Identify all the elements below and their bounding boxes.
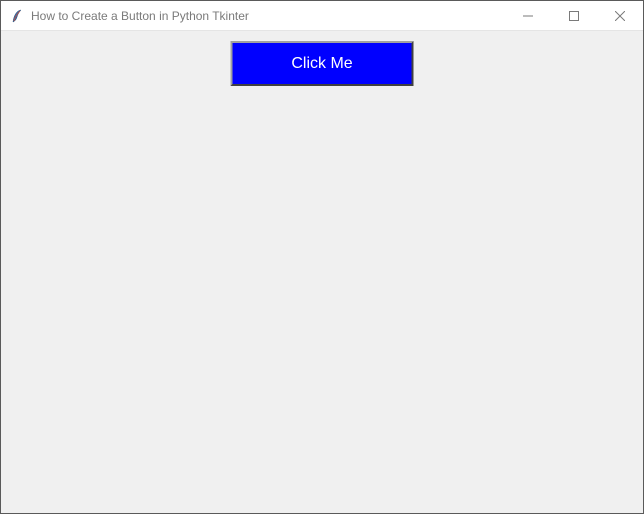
client-area: Click Me xyxy=(1,31,643,513)
click-me-button-label: Click Me xyxy=(291,55,352,73)
maximize-button[interactable] xyxy=(551,1,597,30)
close-button[interactable] xyxy=(597,1,643,30)
minimize-button[interactable] xyxy=(505,1,551,30)
app-window: How to Create a Button in Python Tkinter… xyxy=(0,0,644,514)
window-controls xyxy=(505,1,643,30)
window-title: How to Create a Button in Python Tkinter xyxy=(31,9,249,23)
titlebar[interactable]: How to Create a Button in Python Tkinter xyxy=(1,1,643,31)
tkinter-feather-icon xyxy=(9,8,25,24)
click-me-button[interactable]: Click Me xyxy=(231,41,414,86)
